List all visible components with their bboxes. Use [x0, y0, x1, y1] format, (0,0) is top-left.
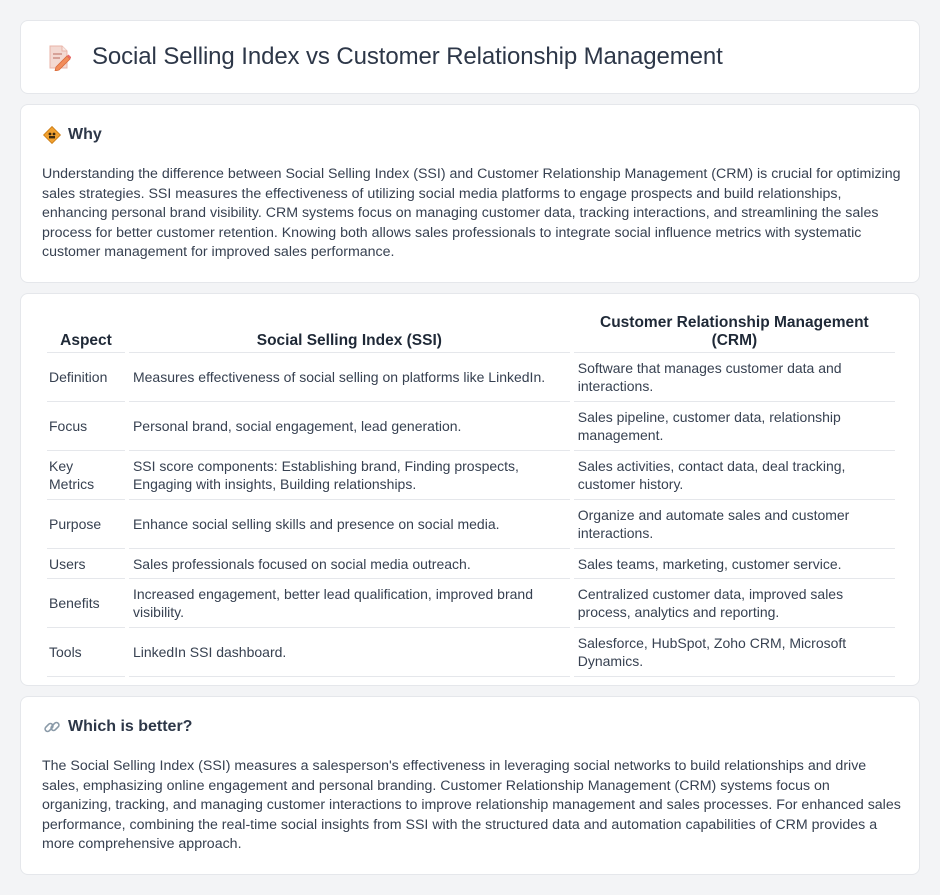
- cell-aspect: Tools: [47, 628, 125, 677]
- diamond-sign-icon: [43, 126, 61, 144]
- link-icon: [44, 721, 60, 733]
- why-heading: Why: [43, 126, 102, 144]
- header-crm: Customer Relationship Management (CRM): [573, 314, 895, 353]
- better-text: The Social Selling Index (SSI) measures …: [42, 758, 901, 853]
- why-section: Why Understanding the difference between…: [20, 104, 920, 283]
- cell-aspect: Users: [47, 549, 125, 579]
- why-title: Why: [68, 126, 102, 143]
- cell-ssi: Personal brand, social engagement, lead …: [128, 402, 570, 451]
- better-heading: Which is better?: [43, 718, 192, 736]
- table-row: Tools LinkedIn SSI dashboard. Salesforce…: [47, 628, 895, 677]
- cell-ssi: Enhance social selling skills and presen…: [128, 500, 570, 549]
- why-text: Understanding the difference between Soc…: [42, 166, 901, 261]
- page-title: Social Selling Index vs Customer Relatio…: [92, 43, 723, 70]
- table-header-row: Aspect Social Selling Index (SSI) Custom…: [47, 314, 895, 353]
- table-row: Definition Measures effectiveness of soc…: [47, 353, 895, 402]
- cell-crm: Sales teams, marketing, customer service…: [573, 549, 895, 579]
- cell-ssi: Measures effectiveness of social selling…: [128, 353, 570, 402]
- better-title: Which is better?: [68, 718, 193, 735]
- cell-crm: Organize and automate sales and customer…: [573, 500, 895, 549]
- header-ssi: Social Selling Index (SSI): [128, 314, 570, 353]
- comparison-table: Aspect Social Selling Index (SSI) Custom…: [43, 314, 899, 677]
- cell-ssi: SSI score components: Establishing brand…: [128, 451, 570, 500]
- cell-ssi: LinkedIn SSI dashboard.: [128, 628, 570, 677]
- cell-crm: Software that manages customer data and …: [573, 353, 895, 402]
- table-row: Benefits Increased engagement, better le…: [47, 579, 895, 628]
- table-row: Focus Personal brand, social engagement,…: [47, 402, 895, 451]
- table-row: Key Metrics SSI score components: Establ…: [47, 451, 895, 500]
- cell-ssi: Increased engagement, better lead qualif…: [128, 579, 570, 628]
- header-card: Social Selling Index vs Customer Relatio…: [20, 20, 920, 94]
- document-pencil-icon: [49, 45, 71, 71]
- cell-aspect: Focus: [47, 402, 125, 451]
- cell-aspect: Definition: [47, 353, 125, 402]
- cell-aspect: Benefits: [47, 579, 125, 628]
- table-row: Purpose Enhance social selling skills an…: [47, 500, 895, 549]
- cell-crm: Centralized customer data, improved sale…: [573, 579, 895, 628]
- table-row: Users Sales professionals focused on soc…: [47, 549, 895, 579]
- header-aspect: Aspect: [47, 314, 125, 353]
- cell-crm: Sales activities, contact data, deal tra…: [573, 451, 895, 500]
- cell-crm: Salesforce, HubSpot, Zoho CRM, Microsoft…: [573, 628, 895, 677]
- cell-ssi: Sales professionals focused on social me…: [128, 549, 570, 579]
- cell-aspect: Purpose: [47, 500, 125, 549]
- comparison-table-card: Aspect Social Selling Index (SSI) Custom…: [20, 293, 920, 686]
- page-header: Social Selling Index vs Customer Relatio…: [47, 43, 723, 71]
- cell-crm: Sales pipeline, customer data, relations…: [573, 402, 895, 451]
- cell-aspect: Key Metrics: [47, 451, 125, 500]
- which-is-better-section: Which is better? The Social Selling Inde…: [20, 696, 920, 875]
